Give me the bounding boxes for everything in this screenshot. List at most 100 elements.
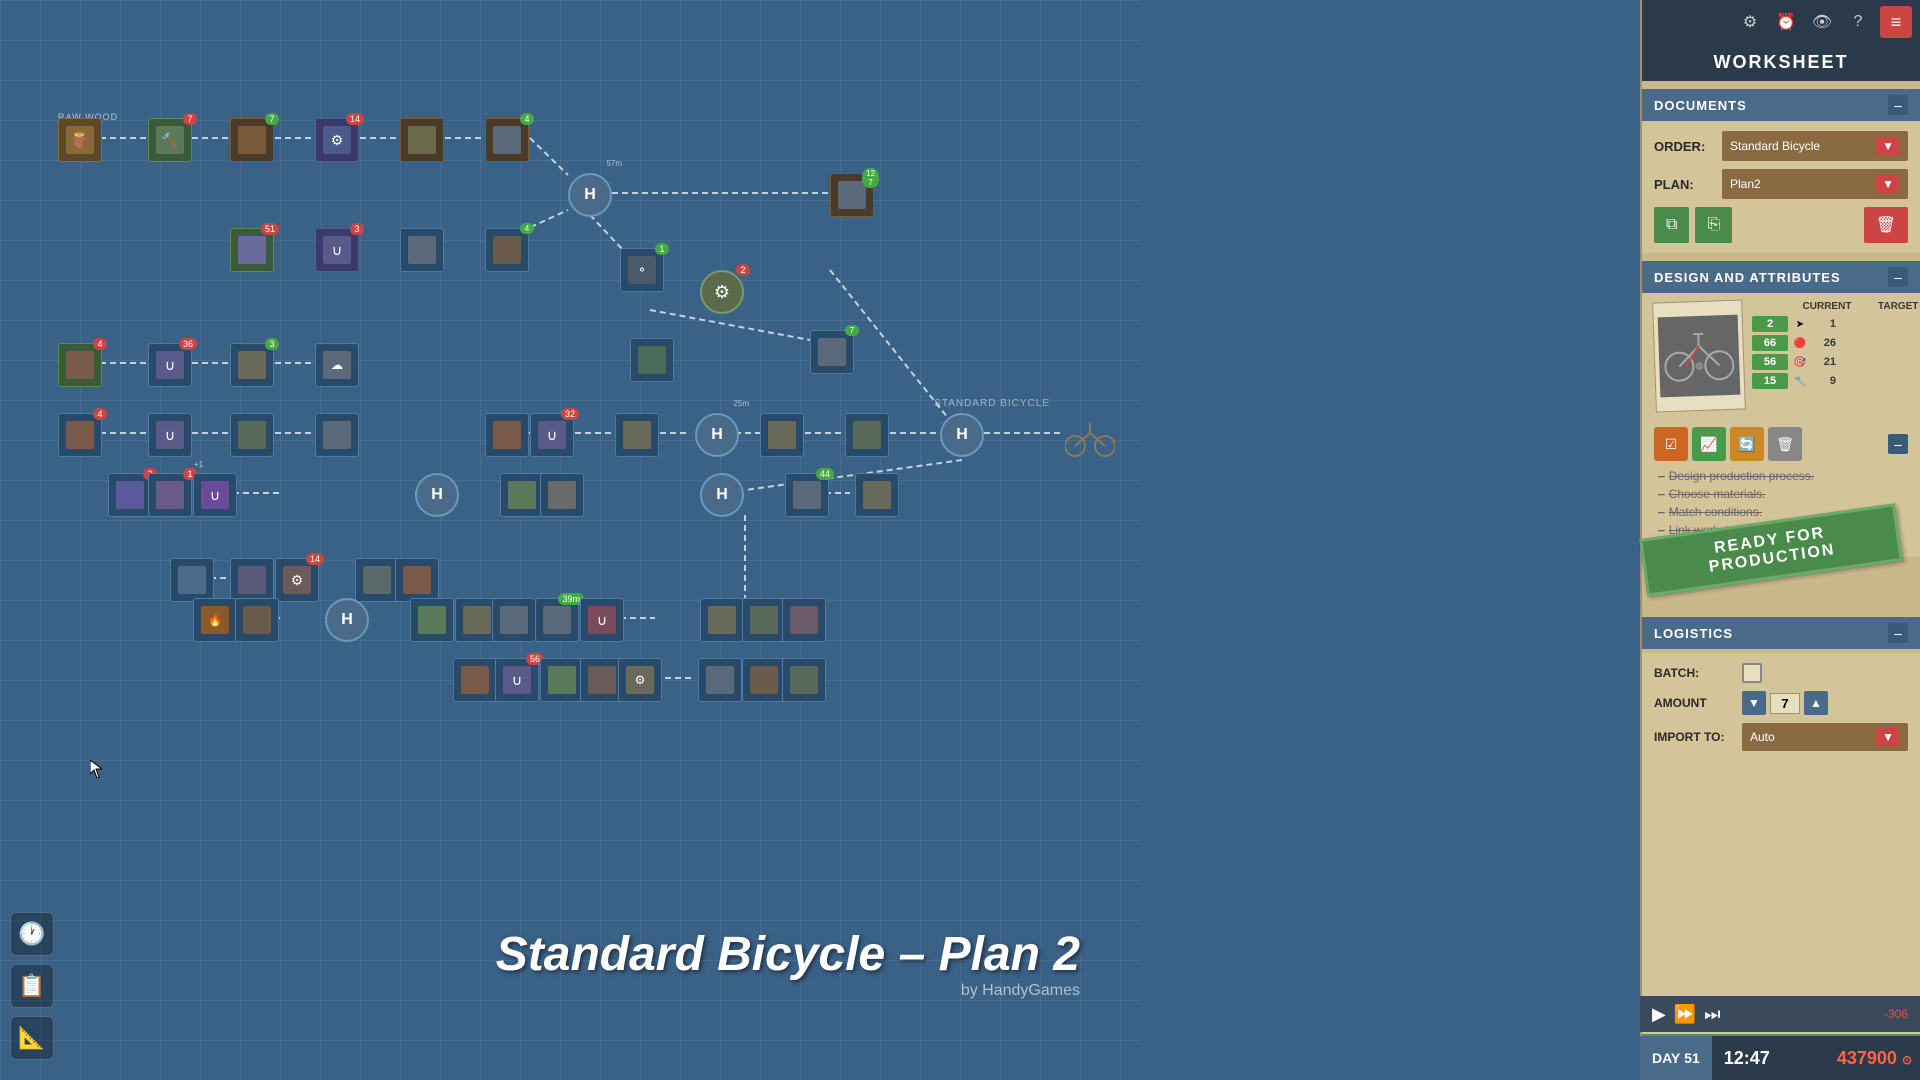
clock-toolbar-icon[interactable]: ⏰	[1772, 8, 1800, 36]
connector-gear[interactable]: ⚙ 2	[700, 270, 744, 314]
order-select[interactable]: Standard Bicycle ▼	[1722, 131, 1908, 161]
node-r4-8[interactable]	[760, 413, 804, 457]
node-r7-1[interactable]: 🔥	[193, 598, 237, 642]
batch-checkbox[interactable]	[1742, 663, 1762, 683]
stat-icon-1: ➤	[1792, 316, 1808, 332]
node-r4-7[interactable]	[615, 413, 659, 457]
money-display: 437900 ⊙	[1837, 1048, 1920, 1069]
node-r7-7[interactable]: ∪	[580, 598, 624, 642]
node-r5-5[interactable]	[540, 473, 584, 517]
node-r6-5[interactable]	[395, 558, 439, 602]
node-r3-3[interactable]: 3	[230, 343, 274, 387]
hamburger-icon[interactable]: ≡	[1880, 6, 1912, 38]
import-value: Auto	[1750, 730, 1775, 744]
design-collapse-btn[interactable]: –	[1888, 267, 1908, 287]
documents-collapse-btn[interactable]: –	[1888, 95, 1908, 115]
node-r2-1[interactable]: 51	[230, 228, 274, 272]
node-r3-1[interactable]: 4	[58, 343, 102, 387]
node-r4-6[interactable]: ∪ 32	[530, 413, 574, 457]
import-select[interactable]: Auto ▼	[1742, 723, 1908, 751]
node-r4-1[interactable]: 4	[58, 413, 102, 457]
clock-icon-btn[interactable]: 🕐	[10, 912, 54, 956]
node-r1-right[interactable]: 127	[830, 173, 874, 217]
blueprint-icon-btn[interactable]: 📐	[10, 1016, 54, 1060]
node-r8-1[interactable]	[453, 658, 497, 702]
node-mid-1[interactable]: ⚬ 1	[620, 248, 664, 292]
delete-btn[interactable]: 🗑	[1864, 207, 1908, 243]
plan-select[interactable]: Plan2 ▼	[1722, 169, 1908, 199]
node-r1-1[interactable]: 🪵	[58, 118, 102, 162]
node-r2-4[interactable]: 4	[485, 228, 529, 272]
node-r1-4[interactable]: ⚙ 14	[315, 118, 359, 162]
node-r8-2[interactable]: ∪ 56	[495, 658, 539, 702]
stat-target-1: 1	[1812, 318, 1836, 330]
connector-h5-2[interactable]: H	[700, 473, 744, 517]
logistics-section-header: LOGISTICS –	[1642, 617, 1920, 649]
node-r1-5[interactable]	[400, 118, 444, 162]
target-col-label: TARGET	[1878, 301, 1908, 312]
node-r6-3[interactable]: ⚙ 14	[275, 558, 319, 602]
node-r3-4[interactable]: ☁	[315, 343, 359, 387]
node-r3-2[interactable]: ∪ 36	[148, 343, 192, 387]
node-r8-7[interactable]	[742, 658, 786, 702]
logistics-collapse-btn[interactable]: –	[1888, 623, 1908, 643]
node-r4-9[interactable]	[845, 413, 889, 457]
node-r1-6[interactable]: 4	[485, 118, 529, 162]
node-r5-4[interactable]	[500, 473, 544, 517]
paste-btn[interactable]: ⎘	[1695, 207, 1732, 243]
wrench-icon[interactable]: ⚙	[1736, 8, 1764, 36]
skip-forward-btn[interactable]: ⏭	[1704, 1004, 1720, 1025]
clipboard-icon-btn[interactable]: 📋	[10, 964, 54, 1008]
node-r5-2[interactable]: 1	[148, 473, 192, 517]
stats-header: CURRENT TARGET	[1752, 301, 1908, 312]
tab-chart[interactable]: 📈	[1692, 427, 1726, 461]
node-r4-3[interactable]	[230, 413, 274, 457]
node-r7-9[interactable]	[742, 598, 786, 642]
node-r1-3[interactable]: 7	[230, 118, 274, 162]
node-r6-1[interactable]	[170, 558, 214, 602]
stat-current-4: 15	[1752, 373, 1788, 389]
eye-icon[interactable]: 👁	[1808, 8, 1836, 36]
node-r5-6[interactable]: 44	[785, 473, 829, 517]
connector-h1[interactable]: H 57m	[568, 173, 612, 217]
node-r7-6[interactable]: 39m	[535, 598, 579, 642]
node-r2-2[interactable]: ∪ 3	[315, 228, 359, 272]
tabs-collapse-btn[interactable]: –	[1888, 434, 1908, 454]
node-r6-2[interactable]	[230, 558, 274, 602]
amount-down-btn[interactable]: ▼	[1742, 691, 1766, 715]
node-r8-5[interactable]: ⚙	[618, 658, 662, 702]
connector-h5[interactable]: H	[415, 473, 459, 517]
connector-h4-2[interactable]: H	[940, 413, 984, 457]
node-r7-10[interactable]	[782, 598, 826, 642]
node-r5-1[interactable]: 2	[108, 473, 152, 517]
node-r4-4[interactable]	[315, 413, 359, 457]
tab-checklist[interactable]: ☑	[1654, 427, 1688, 461]
node-r8-8[interactable]	[782, 658, 826, 702]
node-r1-2[interactable]: 🔨 7	[148, 118, 192, 162]
node-mid-2[interactable]	[630, 338, 674, 382]
node-r7-2[interactable]	[235, 598, 279, 642]
amount-up-btn[interactable]: ▲	[1804, 691, 1828, 715]
copy-btn[interactable]: ⧉	[1654, 207, 1689, 243]
tab-trash[interactable]: 🗑	[1768, 427, 1802, 461]
node-r2-3[interactable]	[400, 228, 444, 272]
node-r7-3[interactable]	[410, 598, 454, 642]
node-r5-3[interactable]: ∪ +1	[193, 473, 237, 517]
fast-forward-btn[interactable]: ⏩	[1674, 1004, 1696, 1025]
node-r6-4[interactable]	[355, 558, 399, 602]
node-r4-5[interactable]	[485, 413, 529, 457]
node-r5-7[interactable]	[855, 473, 899, 517]
node-r8-3[interactable]	[540, 658, 584, 702]
node-r4-2[interactable]: ∪	[148, 413, 192, 457]
tab-settings[interactable]: 🔄	[1730, 427, 1764, 461]
connector-h4-1[interactable]: H 25m	[695, 413, 739, 457]
node-r7-8[interactable]	[700, 598, 744, 642]
stat-target-4: 9	[1812, 375, 1836, 387]
node-mid-right[interactable]: 7	[810, 330, 854, 374]
question-icon[interactable]: ?	[1844, 8, 1872, 36]
node-r8-6[interactable]	[698, 658, 742, 702]
play-btn[interactable]: ▶	[1652, 1004, 1666, 1025]
worksheet-title: WORKSHEET	[1658, 52, 1904, 73]
node-r7-5[interactable]	[492, 598, 536, 642]
connector-h7[interactable]: H	[325, 598, 369, 642]
